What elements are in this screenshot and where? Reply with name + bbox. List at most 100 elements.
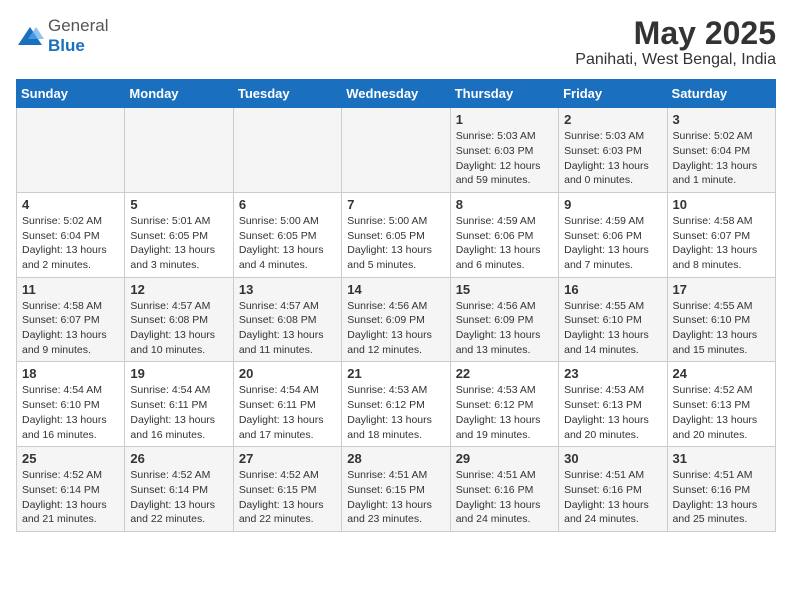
day-number: 14	[347, 282, 444, 297]
calendar-week-row: 25Sunrise: 4:52 AM Sunset: 6:14 PM Dayli…	[17, 447, 776, 532]
day-info: Sunrise: 5:01 AM Sunset: 6:05 PM Dayligh…	[130, 214, 227, 273]
logo-blue: Blue	[48, 36, 85, 55]
calendar-day-cell: 2Sunrise: 5:03 AM Sunset: 6:03 PM Daylig…	[559, 108, 667, 193]
day-info: Sunrise: 4:52 AM Sunset: 6:14 PM Dayligh…	[130, 468, 227, 527]
day-number: 23	[564, 366, 661, 381]
calendar-day-cell: 31 Sunrise: 4:51 AM Sunset: 6:16 PM Dayli…	[667, 447, 775, 532]
day-number: 30	[564, 451, 661, 466]
calendar-week-row: 11Sunrise: 4:58 AM Sunset: 6:07 PM Dayli…	[17, 277, 776, 362]
day-info: Sunrise: 5:03 AM Sunset: 6:03 PM Dayligh…	[456, 129, 553, 188]
day-info: Sunrise: 4:59 AM Sunset: 6:06 PM Dayligh…	[564, 214, 661, 273]
weekday-header: Monday	[125, 80, 233, 108]
day-number: 18	[22, 366, 119, 381]
day-number: 12	[130, 282, 227, 297]
day-info: Sunrise: 5:02 AM Sunset: 6:04 PM Dayligh…	[673, 129, 770, 188]
weekday-header: Wednesday	[342, 80, 450, 108]
day-info: Sunrise: 4:53 AM Sunset: 6:13 PM Dayligh…	[564, 383, 661, 442]
logo-icon	[16, 25, 44, 47]
day-number: 10	[673, 197, 770, 212]
page-header: General Blue May 2025 Panihati, West Ben…	[16, 16, 776, 69]
day-number: 15	[456, 282, 553, 297]
calendar-day-cell: 8Sunrise: 4:59 AM Sunset: 6:06 PM Daylig…	[450, 192, 558, 277]
calendar-day-cell: 24Sunrise: 4:52 AM Sunset: 6:13 PM Dayli…	[667, 362, 775, 447]
calendar-day-cell	[342, 108, 450, 193]
day-number: 4	[22, 197, 119, 212]
page-title: May 2025	[575, 16, 776, 51]
calendar-day-cell: 30 Sunrise: 4:51 AM Sunset: 6:16 PM Dayli…	[559, 447, 667, 532]
day-number: 26	[130, 451, 227, 466]
day-info: Sunrise: 5:02 AM Sunset: 6:04 PM Dayligh…	[22, 214, 119, 273]
weekday-header: Tuesday	[233, 80, 341, 108]
day-number: 31	[673, 451, 770, 466]
calendar-day-cell: 12 Sunrise: 4:57 AM Sunset: 6:08 PM Dayli…	[125, 277, 233, 362]
day-info: Sunrise: 4:53 AM Sunset: 6:12 PM Dayligh…	[456, 383, 553, 442]
day-info: Sunrise: 5:03 AM Sunset: 6:03 PM Dayligh…	[564, 129, 661, 188]
day-info: Sunrise: 4:53 AM Sunset: 6:12 PM Dayligh…	[347, 383, 444, 442]
weekday-header: Sunday	[17, 80, 125, 108]
calendar-day-cell: 15 Sunrise: 4:56 AM Sunset: 6:09 PM Dayli…	[450, 277, 558, 362]
calendar-day-cell: 3 Sunrise: 5:02 AM Sunset: 6:04 PM Daylig…	[667, 108, 775, 193]
calendar-day-cell: 9 Sunrise: 4:59 AM Sunset: 6:06 PM Daylig…	[559, 192, 667, 277]
day-number: 3	[673, 112, 770, 127]
calendar-day-cell	[125, 108, 233, 193]
calendar-day-cell: 16Sunrise: 4:55 AM Sunset: 6:10 PM Dayli…	[559, 277, 667, 362]
calendar-day-cell: 26 Sunrise: 4:52 AM Sunset: 6:14 PM Dayli…	[125, 447, 233, 532]
day-number: 6	[239, 197, 336, 212]
day-number: 1	[456, 112, 553, 127]
calendar-day-cell: 1 Sunrise: 5:03 AM Sunset: 6:03 PM Daylig…	[450, 108, 558, 193]
day-info: Sunrise: 4:54 AM Sunset: 6:11 PM Dayligh…	[130, 383, 227, 442]
day-info: Sunrise: 4:52 AM Sunset: 6:14 PM Dayligh…	[22, 468, 119, 527]
day-info: Sunrise: 5:00 AM Sunset: 6:05 PM Dayligh…	[347, 214, 444, 273]
calendar-day-cell	[233, 108, 341, 193]
calendar-day-cell: 28 Sunrise: 4:51 AM Sunset: 6:15 PM Dayli…	[342, 447, 450, 532]
calendar-day-cell: 5 Sunrise: 5:01 AM Sunset: 6:05 PM Daylig…	[125, 192, 233, 277]
calendar-week-row: 1 Sunrise: 5:03 AM Sunset: 6:03 PM Daylig…	[17, 108, 776, 193]
day-info: Sunrise: 4:58 AM Sunset: 6:07 PM Dayligh…	[673, 214, 770, 273]
day-number: 13	[239, 282, 336, 297]
day-info: Sunrise: 4:52 AM Sunset: 6:15 PM Dayligh…	[239, 468, 336, 527]
day-number: 17	[673, 282, 770, 297]
calendar-day-cell: 19Sunrise: 4:54 AM Sunset: 6:11 PM Dayli…	[125, 362, 233, 447]
day-number: 21	[347, 366, 444, 381]
logo-general: General	[48, 16, 108, 35]
calendar-day-cell: 18 Sunrise: 4:54 AM Sunset: 6:10 PM Dayli…	[17, 362, 125, 447]
calendar-day-cell: 20Sunrise: 4:54 AM Sunset: 6:11 PM Dayli…	[233, 362, 341, 447]
calendar-day-cell: 25Sunrise: 4:52 AM Sunset: 6:14 PM Dayli…	[17, 447, 125, 532]
day-number: 11	[22, 282, 119, 297]
calendar-day-cell	[17, 108, 125, 193]
day-info: Sunrise: 4:51 AM Sunset: 6:16 PM Dayligh…	[673, 468, 770, 527]
calendar-table: SundayMondayTuesdayWednesdayThursdayFrid…	[16, 79, 776, 532]
calendar-day-cell: 4 Sunrise: 5:02 AM Sunset: 6:04 PM Daylig…	[17, 192, 125, 277]
calendar-day-cell: 29Sunrise: 4:51 AM Sunset: 6:16 PM Dayli…	[450, 447, 558, 532]
day-info: Sunrise: 4:51 AM Sunset: 6:15 PM Dayligh…	[347, 468, 444, 527]
day-number: 16	[564, 282, 661, 297]
day-info: Sunrise: 4:56 AM Sunset: 6:09 PM Dayligh…	[456, 299, 553, 358]
page-subtitle: Panihati, West Bengal, India	[575, 51, 776, 69]
calendar-week-row: 18 Sunrise: 4:54 AM Sunset: 6:10 PM Dayli…	[17, 362, 776, 447]
calendar-week-row: 4 Sunrise: 5:02 AM Sunset: 6:04 PM Daylig…	[17, 192, 776, 277]
day-number: 24	[673, 366, 770, 381]
logo: General Blue	[16, 16, 108, 56]
day-number: 20	[239, 366, 336, 381]
calendar-day-cell: 17 Sunrise: 4:55 AM Sunset: 6:10 PM Dayli…	[667, 277, 775, 362]
calendar-day-cell: 27 Sunrise: 4:52 AM Sunset: 6:15 PM Dayli…	[233, 447, 341, 532]
calendar-day-cell: 22 Sunrise: 4:53 AM Sunset: 6:12 PM Dayli…	[450, 362, 558, 447]
day-info: Sunrise: 5:00 AM Sunset: 6:05 PM Dayligh…	[239, 214, 336, 273]
day-info: Sunrise: 4:51 AM Sunset: 6:16 PM Dayligh…	[456, 468, 553, 527]
calendar-day-cell: 6 Sunrise: 5:00 AM Sunset: 6:05 PM Daylig…	[233, 192, 341, 277]
day-info: Sunrise: 4:57 AM Sunset: 6:08 PM Dayligh…	[130, 299, 227, 358]
day-number: 5	[130, 197, 227, 212]
day-info: Sunrise: 4:55 AM Sunset: 6:10 PM Dayligh…	[673, 299, 770, 358]
day-info: Sunrise: 4:56 AM Sunset: 6:09 PM Dayligh…	[347, 299, 444, 358]
day-number: 27	[239, 451, 336, 466]
day-info: Sunrise: 4:54 AM Sunset: 6:10 PM Dayligh…	[22, 383, 119, 442]
day-number: 22	[456, 366, 553, 381]
day-number: 28	[347, 451, 444, 466]
calendar-day-cell: 11Sunrise: 4:58 AM Sunset: 6:07 PM Dayli…	[17, 277, 125, 362]
calendar-day-cell: 13Sunrise: 4:57 AM Sunset: 6:08 PM Dayli…	[233, 277, 341, 362]
weekday-header: Friday	[559, 80, 667, 108]
day-info: Sunrise: 4:51 AM Sunset: 6:16 PM Dayligh…	[564, 468, 661, 527]
day-number: 9	[564, 197, 661, 212]
calendar-day-cell: 10 Sunrise: 4:58 AM Sunset: 6:07 PM Dayli…	[667, 192, 775, 277]
weekday-header: Saturday	[667, 80, 775, 108]
